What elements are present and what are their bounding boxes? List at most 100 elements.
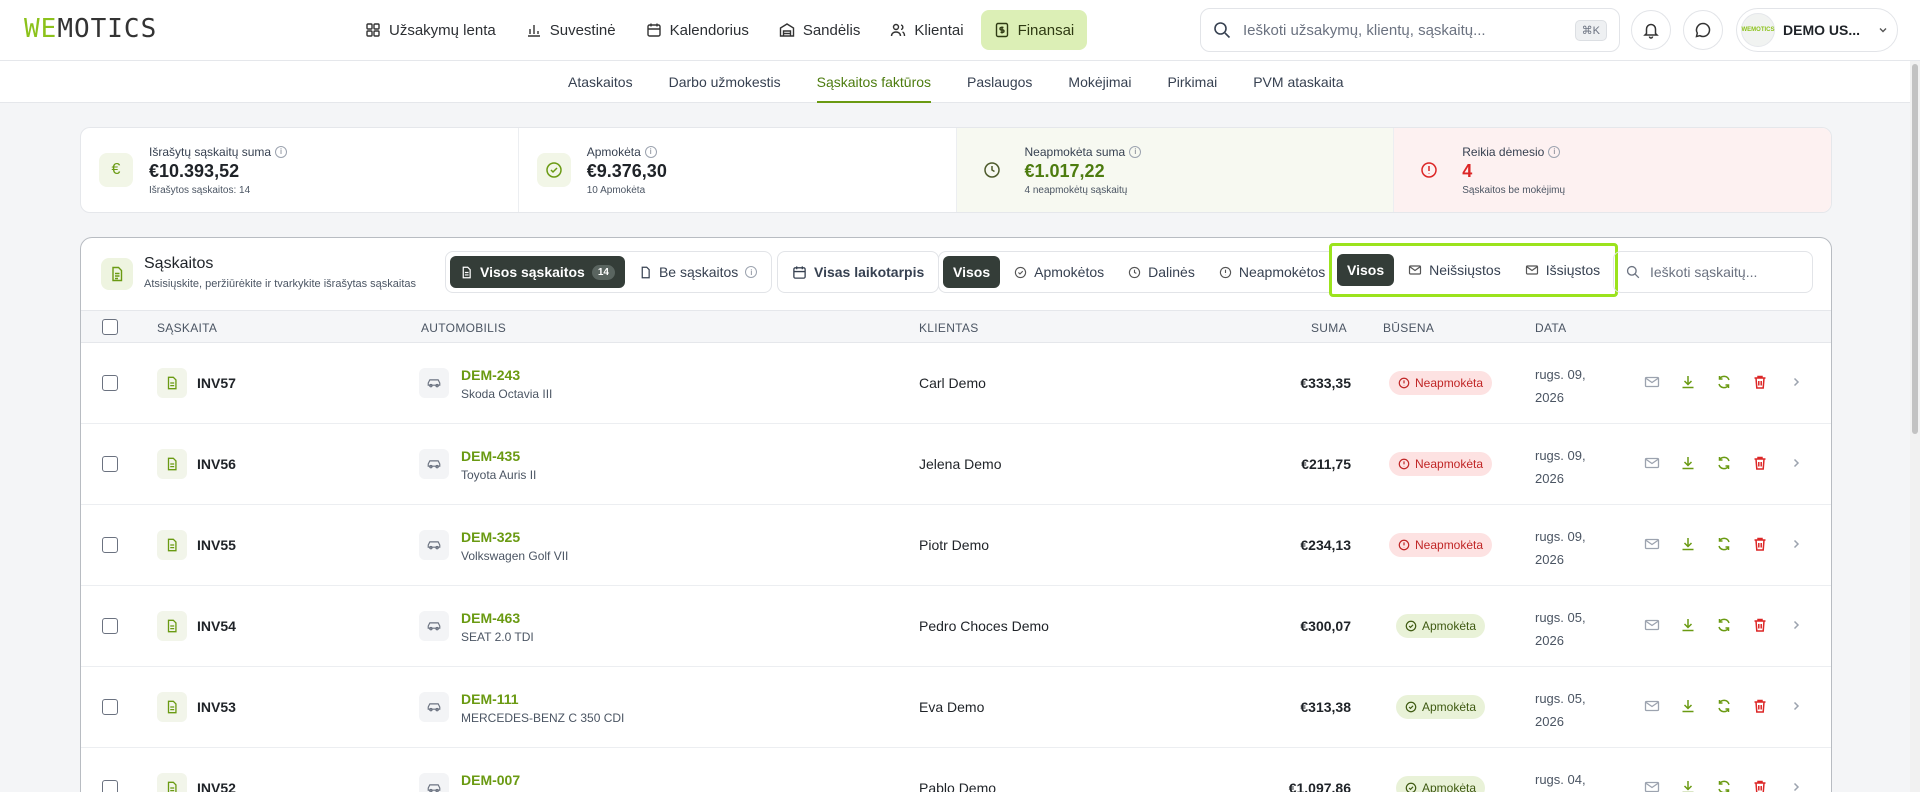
- refresh-icon[interactable]: [1715, 535, 1733, 553]
- info-icon[interactable]: i: [644, 145, 657, 158]
- tab-invoices[interactable]: Sąskaitos faktūros: [816, 61, 932, 103]
- tab-vat-report[interactable]: PVM ataskaita: [1253, 61, 1343, 103]
- download-icon[interactable]: [1679, 616, 1697, 634]
- user-menu[interactable]: WEMOTICS DEMO US...: [1736, 8, 1898, 52]
- row-checkbox[interactable]: [102, 537, 118, 553]
- invoice-number[interactable]: INV53: [197, 699, 236, 715]
- row-checkbox[interactable]: [102, 618, 118, 634]
- all-invoices-tab[interactable]: Visos sąskaitos 14: [450, 256, 625, 288]
- client-name[interactable]: Carl Demo: [919, 375, 986, 391]
- chevron-right-icon[interactable]: [1787, 616, 1805, 634]
- send-email-icon[interactable]: [1643, 535, 1661, 553]
- tab-payments[interactable]: Mokėjimai: [1068, 61, 1131, 103]
- messages-button[interactable]: [1683, 10, 1723, 50]
- filter-paid[interactable]: Apmokėtos: [1004, 256, 1114, 288]
- nav-item-orders-board[interactable]: Užsakymų lenta: [352, 10, 509, 50]
- info-icon[interactable]: i: [745, 266, 758, 278]
- info-icon[interactable]: i: [275, 145, 288, 158]
- column-invoice[interactable]: SĄSKAITA: [157, 321, 217, 335]
- scrollbar-thumb[interactable]: [1912, 64, 1918, 434]
- delete-icon[interactable]: [1751, 535, 1769, 553]
- row-checkbox[interactable]: [102, 375, 118, 391]
- send-email-icon[interactable]: [1643, 373, 1661, 391]
- refresh-icon[interactable]: [1715, 454, 1733, 472]
- tab-reports[interactable]: Ataskaitos: [568, 61, 633, 103]
- car-plate-link[interactable]: DEM-243: [461, 367, 520, 383]
- table-row[interactable]: INV55 DEM-325 Volkswagen Golf VII Piotr Dem…: [81, 505, 1831, 586]
- delete-icon[interactable]: [1751, 778, 1769, 792]
- tab-services[interactable]: Paslaugos: [967, 61, 1032, 103]
- row-checkbox[interactable]: [102, 780, 118, 792]
- tab-purchases[interactable]: Pirkimai: [1167, 61, 1217, 103]
- filter-partial[interactable]: Dalinės: [1118, 256, 1205, 288]
- send-email-icon[interactable]: [1643, 616, 1661, 634]
- column-date[interactable]: DATA: [1535, 321, 1566, 335]
- nav-item-finance[interactable]: Finansai: [980, 10, 1088, 50]
- app-logo[interactable]: WEMOTICS: [24, 14, 157, 44]
- invoice-number[interactable]: INV52: [197, 780, 236, 792]
- nav-item-clients[interactable]: Klientai: [877, 10, 976, 50]
- delete-icon[interactable]: [1751, 454, 1769, 472]
- select-all-checkbox[interactable]: [102, 319, 118, 335]
- filter-sent[interactable]: Išsiųstos: [1515, 254, 1610, 286]
- download-icon[interactable]: [1679, 778, 1697, 792]
- table-row[interactable]: INV52DEM-007AUDI A4 2.0 TDIPablo Demo€1.…: [81, 748, 1831, 792]
- chevron-right-icon[interactable]: [1787, 373, 1805, 391]
- row-checkbox[interactable]: [102, 699, 118, 715]
- refresh-icon[interactable]: [1715, 616, 1733, 634]
- period-button[interactable]: Visas laikotarpis: [782, 256, 934, 288]
- download-icon[interactable]: [1679, 697, 1697, 715]
- column-car[interactable]: AUTOMOBILIS: [421, 321, 506, 335]
- delete-icon[interactable]: [1751, 616, 1769, 634]
- info-icon[interactable]: i: [1129, 145, 1142, 158]
- column-sum[interactable]: SUMA: [1311, 321, 1347, 335]
- filter-not-sent[interactable]: Neišsiųstos: [1398, 254, 1511, 286]
- download-icon[interactable]: [1679, 454, 1697, 472]
- download-icon[interactable]: [1679, 373, 1697, 391]
- client-name[interactable]: Pablo Demo: [919, 780, 996, 792]
- client-name[interactable]: Eva Demo: [919, 699, 984, 715]
- invoice-number[interactable]: INV57: [197, 375, 236, 391]
- chevron-right-icon[interactable]: [1787, 454, 1805, 472]
- invoice-number[interactable]: INV55: [197, 537, 236, 553]
- send-email-icon[interactable]: [1643, 778, 1661, 792]
- nav-item-calendar[interactable]: Kalendorius: [633, 10, 762, 50]
- nav-item-warehouse[interactable]: Sandėlis: [766, 10, 874, 50]
- table-row[interactable]: INV53 DEM-111 MERCEDES-BENZ C 350 CDI Eva D…: [81, 667, 1831, 748]
- invoice-search-input[interactable]: Ieškoti sąskaitų...: [1613, 251, 1813, 293]
- car-plate-link[interactable]: DEM-463: [461, 610, 520, 626]
- car-plate-link[interactable]: DEM-325: [461, 529, 520, 545]
- filter-send-all[interactable]: Visos: [1337, 254, 1395, 286]
- refresh-icon[interactable]: [1715, 373, 1733, 391]
- refresh-icon[interactable]: [1715, 778, 1733, 792]
- chevron-right-icon[interactable]: [1787, 697, 1805, 715]
- car-plate-link[interactable]: DEM-111: [461, 691, 519, 707]
- without-invoice-tab[interactable]: Be sąskaitos i: [629, 256, 767, 288]
- chevron-right-icon[interactable]: [1787, 535, 1805, 553]
- column-client[interactable]: KLIENTAS: [919, 321, 979, 335]
- invoice-number[interactable]: INV56: [197, 456, 236, 472]
- refresh-icon[interactable]: [1715, 697, 1733, 715]
- column-status[interactable]: BŪSENA: [1383, 321, 1434, 335]
- table-row[interactable]: INV56 DEM-435 Toyota Auris II Jelena Demo €2…: [81, 424, 1831, 505]
- info-icon[interactable]: i: [1548, 145, 1561, 158]
- table-row[interactable]: INV57 DEM-243 Skoda Octavia III Carl Demo €3…: [81, 343, 1831, 424]
- client-name[interactable]: Piotr Demo: [919, 537, 989, 553]
- filter-pay-all[interactable]: Visos: [943, 256, 1001, 288]
- download-icon[interactable]: [1679, 535, 1697, 553]
- filter-unpaid[interactable]: Neapmokėtos: [1209, 256, 1335, 288]
- delete-icon[interactable]: [1751, 373, 1769, 391]
- invoice-number[interactable]: INV54: [197, 618, 236, 634]
- car-plate-link[interactable]: DEM-435: [461, 448, 520, 464]
- table-row[interactable]: INV54 DEM-463 SEAT 2.0 TDI Pedro Choces Dem…: [81, 586, 1831, 667]
- send-email-icon[interactable]: [1643, 454, 1661, 472]
- period-selector[interactable]: Visas laikotarpis: [777, 251, 940, 293]
- row-checkbox[interactable]: [102, 456, 118, 472]
- client-name[interactable]: Pedro Choces Demo: [919, 618, 1049, 634]
- global-search[interactable]: Ieškoti užsakymų, klientų, sąskaitų... ⌘…: [1200, 8, 1620, 52]
- notifications-button[interactable]: [1631, 10, 1671, 50]
- send-email-icon[interactable]: [1643, 697, 1661, 715]
- client-name[interactable]: Jelena Demo: [919, 456, 1002, 472]
- tab-payroll[interactable]: Darbo užmokestis: [669, 61, 781, 103]
- car-plate-link[interactable]: DEM-007: [461, 772, 520, 788]
